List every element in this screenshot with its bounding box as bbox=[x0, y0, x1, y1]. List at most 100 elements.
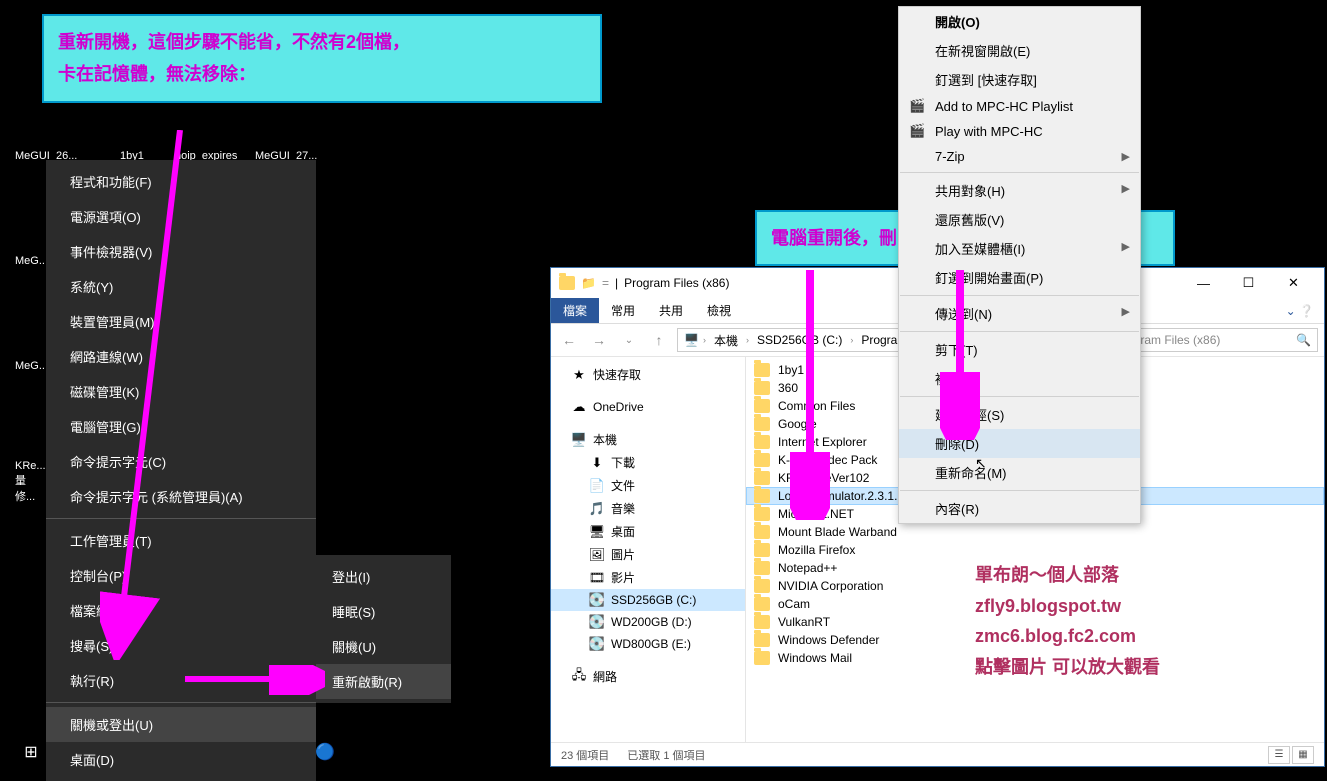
winx-computer-mgmt[interactable]: 電腦管理(G) bbox=[46, 409, 316, 444]
ctx-add-library[interactable]: 加入至媒體櫃(I)▶ bbox=[899, 234, 1140, 263]
ribbon-expand-button[interactable]: ⌄ ❔ bbox=[1276, 304, 1324, 318]
maximize-button[interactable]: ☐ bbox=[1226, 269, 1271, 297]
ctx-open[interactable]: 開啟(O) bbox=[899, 7, 1140, 36]
ctx-cut[interactable]: 剪下(T) bbox=[899, 335, 1140, 364]
winx-power-options[interactable]: 電源選項(O) bbox=[46, 199, 316, 234]
winx-shutdown[interactable]: 關機(U) bbox=[316, 629, 451, 664]
nav-forward-button[interactable]: → bbox=[587, 328, 611, 352]
folder-icon bbox=[754, 507, 770, 521]
tab-home[interactable]: 常用 bbox=[599, 298, 647, 323]
nav-pictures[interactable]: 🖼圖片 bbox=[551, 543, 745, 566]
folder-icon bbox=[754, 543, 770, 557]
folder-icon bbox=[754, 615, 770, 629]
nav-back-button[interactable]: ← bbox=[557, 328, 581, 352]
nav-desktop[interactable]: 🖥桌面 bbox=[551, 520, 745, 543]
list-item[interactable]: Mozilla Firefox bbox=[746, 541, 1324, 559]
folder-icon bbox=[754, 453, 770, 467]
ctx-delete[interactable]: 刪除(D) bbox=[899, 429, 1140, 458]
folder-icon bbox=[754, 399, 770, 413]
ctx-play-mpc[interactable]: 🎬Play with MPC-HC bbox=[899, 119, 1140, 144]
ctx-add-mpc-playlist[interactable]: 🎬Add to MPC-HC Playlist bbox=[899, 94, 1140, 119]
close-button[interactable]: ✕ bbox=[1271, 269, 1316, 297]
nav-wd200-drive[interactable]: 💽WD200GB (D:) bbox=[551, 611, 745, 633]
winx-restart[interactable]: 重新啟動(R) bbox=[316, 664, 451, 699]
winx-disk-mgmt[interactable]: 磁碟管理(K) bbox=[46, 374, 316, 409]
nav-quick-access[interactable]: ★快速存取 bbox=[551, 363, 745, 386]
ctx-properties[interactable]: 內容(R) bbox=[899, 494, 1140, 523]
list-item[interactable]: Mount Blade Warband bbox=[746, 523, 1324, 541]
winx-network[interactable]: 網路連線(W) bbox=[46, 339, 316, 374]
nav-downloads[interactable]: ⬇下載 bbox=[551, 451, 745, 474]
view-details-button[interactable]: ☰ bbox=[1268, 746, 1290, 764]
winx-device-manager[interactable]: 裝置管理員(M) bbox=[46, 304, 316, 339]
ctx-restore-previous[interactable]: 還原舊版(V) bbox=[899, 205, 1140, 234]
folder-icon bbox=[754, 561, 770, 575]
desktop-icon-label[interactable]: MeG... bbox=[15, 360, 48, 372]
status-selected-count: 已選取 1 個項目 bbox=[627, 747, 705, 763]
winx-run[interactable]: 執行(R) bbox=[46, 663, 316, 698]
cloud-icon: ☁ bbox=[571, 399, 587, 415]
ctx-create-shortcut[interactable]: 建立捷徑(S) bbox=[899, 400, 1140, 429]
winx-shutdown-signout[interactable]: 關機或登出(U) bbox=[46, 707, 316, 742]
breadcrumb-segment[interactable]: 本機 bbox=[710, 332, 742, 349]
winx-cmd-admin[interactable]: 命令提示字元 (系統管理員)(A) bbox=[46, 479, 316, 514]
winx-file-explorer[interactable]: 檔案總管(E) bbox=[46, 593, 316, 628]
winx-sleep[interactable]: 睡眠(S) bbox=[316, 594, 451, 629]
desktop-icon-label[interactable]: KRe... 量修... bbox=[15, 460, 45, 504]
nav-documents[interactable]: 📄文件 bbox=[551, 474, 745, 497]
document-icon: 📄 bbox=[589, 478, 605, 494]
drive-icon: 💽 bbox=[589, 592, 605, 608]
ctx-send-to[interactable]: 傳送到(N)▶ bbox=[899, 299, 1140, 328]
winx-programs-features[interactable]: 程式和功能(F) bbox=[46, 164, 316, 199]
winx-search[interactable]: 搜尋(S) bbox=[46, 628, 316, 663]
view-icons-button[interactable]: ▦ bbox=[1292, 746, 1314, 764]
ctx-7zip[interactable]: 7-Zip▶ bbox=[899, 144, 1140, 169]
winx-event-viewer[interactable]: 事件檢視器(V) bbox=[46, 234, 316, 269]
ctx-open-new-window[interactable]: 在新視窗開啟(E) bbox=[899, 36, 1140, 65]
breadcrumb-segment[interactable]: SSD256GB (C:) bbox=[753, 333, 846, 347]
nav-videos[interactable]: 🎞影片 bbox=[551, 566, 745, 589]
nav-onedrive[interactable]: ☁OneDrive bbox=[551, 396, 745, 418]
winx-control-panel[interactable]: 控制台(P) bbox=[46, 558, 316, 593]
folder-icon bbox=[754, 633, 770, 647]
start-button[interactable]: ⊞ bbox=[12, 738, 50, 766]
tab-file[interactable]: 檔案 bbox=[551, 298, 599, 323]
nav-up-button[interactable]: ↑ bbox=[647, 328, 671, 352]
winx-task-manager[interactable]: 工作管理員(T) bbox=[46, 523, 316, 558]
ctx-copy[interactable]: 複製(C) bbox=[899, 364, 1140, 393]
folder-icon bbox=[754, 579, 770, 593]
folder-icon bbox=[559, 276, 575, 290]
status-item-count: 23 個項目 bbox=[561, 747, 609, 763]
pc-icon: 🖥️ bbox=[571, 432, 587, 448]
ctx-share-with[interactable]: 共用對象(H)▶ bbox=[899, 176, 1140, 205]
ctx-pin-quick-access[interactable]: 釘選到 [快速存取] bbox=[899, 65, 1140, 94]
nav-wd800-drive[interactable]: 💽WD800GB (E:) bbox=[551, 633, 745, 655]
chevron-right-icon: ▶ bbox=[1122, 240, 1130, 253]
folder-icon bbox=[754, 435, 770, 449]
desktop-icon-label[interactable]: MeG... bbox=[15, 255, 48, 267]
nav-this-pc[interactable]: 🖥️本機 bbox=[551, 428, 745, 451]
winx-menu: 程式和功能(F) 電源選項(O) 事件檢視器(V) 系統(Y) 裝置管理員(M)… bbox=[46, 160, 316, 781]
winx-cmd[interactable]: 命令提示字元(C) bbox=[46, 444, 316, 479]
winx-signout[interactable]: 登出(I) bbox=[316, 559, 451, 594]
nav-history-button[interactable]: ⌄ bbox=[617, 328, 641, 352]
callout-restart-required: 重新開機，這個步驟不能省，不然有2個檔， 卡在記憶體，無法移除： bbox=[42, 14, 602, 103]
nav-music[interactable]: 🎵音樂 bbox=[551, 497, 745, 520]
ctx-pin-start[interactable]: 釘選到開始畫面(P) bbox=[899, 263, 1140, 292]
minimize-button[interactable]: — bbox=[1181, 269, 1226, 297]
chevron-right-icon: ▶ bbox=[1122, 305, 1130, 318]
winx-desktop[interactable]: 桌面(D) bbox=[46, 742, 316, 777]
pc-icon: 🖥️ bbox=[684, 333, 699, 347]
download-icon: ⬇ bbox=[589, 455, 605, 471]
tab-share[interactable]: 共用 bbox=[647, 298, 695, 323]
chevron-right-icon: › bbox=[703, 335, 706, 345]
separator bbox=[46, 702, 316, 703]
folder-icon bbox=[754, 525, 770, 539]
status-bar: 23 個項目 已選取 1 個項目 ☰ ▦ bbox=[551, 742, 1324, 766]
folder-icon bbox=[754, 471, 770, 485]
winx-system[interactable]: 系統(Y) bbox=[46, 269, 316, 304]
nav-ssd-drive[interactable]: 💽SSD256GB (C:) bbox=[551, 589, 745, 611]
nav-network[interactable]: 🖧網路 bbox=[551, 665, 745, 688]
tab-view[interactable]: 檢視 bbox=[695, 298, 743, 323]
ctx-rename[interactable]: 重新命名(M) bbox=[899, 458, 1140, 487]
